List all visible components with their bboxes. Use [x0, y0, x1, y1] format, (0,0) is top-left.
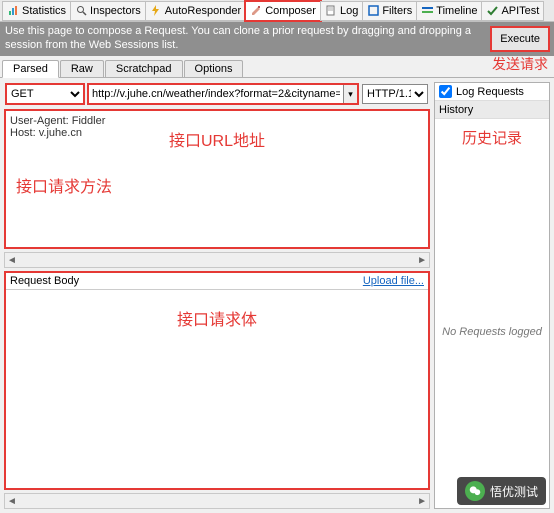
tab-label: Timeline: [436, 5, 477, 17]
watermark: 悟优测试: [457, 477, 546, 505]
top-tab-strip: Statistics Inspectors AutoResponder Comp…: [0, 0, 554, 22]
square-icon: [367, 5, 379, 17]
tab-timeline[interactable]: Timeline: [416, 1, 482, 21]
annotation-send: 发送请求: [492, 54, 548, 74]
request-headers-box[interactable]: User-Agent: Fiddler Host: v.juhe.cn 接口UR…: [4, 109, 430, 249]
execute-button[interactable]: Execute: [491, 27, 549, 51]
tab-label: Composer: [265, 5, 316, 17]
watermark-text: 悟优测试: [490, 483, 538, 500]
composer-left-column: GET ▾ HTTP/1.1 User-Agent: Fiddler Host:…: [4, 82, 430, 509]
tab-inspectors[interactable]: Inspectors: [70, 1, 146, 21]
history-panel: Log Requests History 历史记录 No Requests lo…: [434, 82, 550, 509]
tab-label: Inspectors: [90, 5, 141, 17]
subtab-scratchpad[interactable]: Scratchpad: [105, 60, 183, 77]
magnifier-icon: [75, 5, 87, 17]
log-requests-row[interactable]: Log Requests: [435, 83, 549, 101]
tab-filters[interactable]: Filters: [362, 1, 417, 21]
annotation-body: 接口请求体: [16, 306, 418, 330]
horizontal-scrollbar[interactable]: ◄ ►: [4, 252, 430, 268]
tab-composer[interactable]: Composer: [245, 1, 321, 21]
check-icon: [486, 5, 498, 17]
scroll-left-icon[interactable]: ◄: [7, 255, 17, 266]
tab-autoresponder[interactable]: AutoResponder: [145, 1, 246, 21]
header-line: User-Agent: Fiddler: [10, 115, 424, 127]
subtab-raw[interactable]: Raw: [60, 60, 104, 77]
log-requests-label: Log Requests: [456, 86, 524, 98]
request-url-input[interactable]: [88, 84, 344, 104]
history-header[interactable]: History: [435, 101, 549, 119]
timeline-icon: [421, 5, 433, 17]
scroll-left-icon[interactable]: ◄: [7, 496, 17, 507]
subtab-options[interactable]: Options: [184, 60, 244, 77]
url-dropdown-icon[interactable]: ▾: [344, 84, 358, 104]
scroll-right-icon[interactable]: ►: [417, 496, 427, 507]
horizontal-scrollbar[interactable]: ◄ ►: [4, 493, 430, 509]
tab-apitest[interactable]: APITest: [481, 1, 544, 21]
http-version-select[interactable]: HTTP/1.1: [362, 84, 428, 104]
request-body-header: Request Body Upload file...: [6, 273, 428, 290]
wechat-icon: [465, 481, 485, 501]
tab-log[interactable]: Log: [320, 1, 363, 21]
http-method-select[interactable]: GET: [6, 84, 84, 104]
document-icon: [325, 5, 337, 17]
tab-label: Statistics: [22, 5, 66, 17]
composer-description: Use this page to compose a Request. You …: [5, 25, 485, 53]
log-requests-checkbox[interactable]: [439, 85, 452, 98]
upload-file-link[interactable]: Upload file...: [363, 275, 424, 287]
pencil-icon: [250, 5, 262, 17]
request-line: GET ▾ HTTP/1.1: [4, 82, 430, 106]
tab-label: APITest: [501, 5, 539, 17]
composer-description-bar: Use this page to compose a Request. You …: [0, 22, 554, 56]
tab-label: Log: [340, 5, 358, 17]
tab-label: AutoResponder: [165, 5, 241, 17]
scroll-right-icon[interactable]: ►: [417, 255, 427, 266]
tab-statistics[interactable]: Statistics: [2, 1, 71, 21]
bolt-icon: [150, 5, 162, 17]
tab-label: Filters: [382, 5, 412, 17]
composer-main: GET ▾ HTTP/1.1 User-Agent: Fiddler Host:…: [0, 78, 554, 513]
annotation-method: 接口请求方法: [16, 173, 424, 197]
composer-subtabs: Parsed Raw Scratchpad Options: [0, 58, 554, 78]
history-empty-text: No Requests logged: [435, 156, 549, 508]
annotation-history: 历史记录: [435, 119, 549, 156]
request-body-label: Request Body: [10, 275, 79, 287]
statistics-icon: [7, 5, 19, 17]
subtab-parsed[interactable]: Parsed: [2, 60, 59, 78]
request-body-box: Request Body Upload file... 接口请求体: [4, 271, 430, 490]
request-body-textarea[interactable]: 接口请求体: [6, 290, 428, 488]
history-label: History: [439, 104, 473, 116]
